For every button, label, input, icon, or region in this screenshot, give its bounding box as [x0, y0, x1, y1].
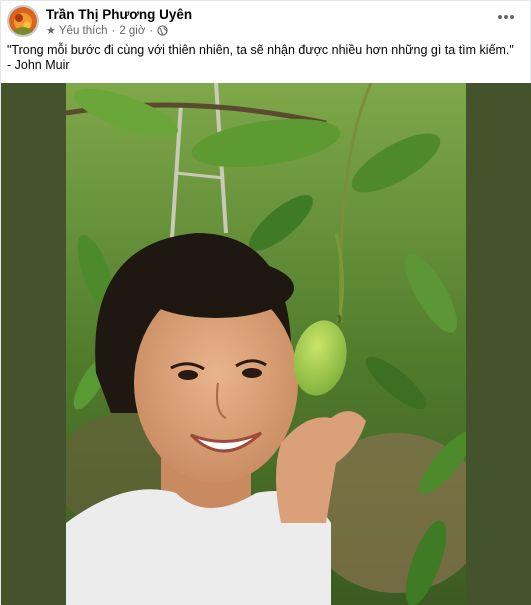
- post-time[interactable]: 2 giờ: [119, 25, 145, 37]
- caption-attribution: - John Muir: [7, 58, 70, 72]
- post-header: Trần Thị Phương Uyên ★ Yêu thích · 2 giờ…: [5, 4, 522, 40]
- badge-label: Yêu thích: [58, 24, 108, 37]
- caption-quote: "Trong mỗi bước đi cùng với thiên nhiên,…: [7, 43, 514, 57]
- post-caption: "Trong mỗi bước đi cùng với thiên nhiên,…: [7, 43, 527, 73]
- meta-separator: ·: [149, 24, 154, 37]
- globe-icon[interactable]: [157, 25, 168, 36]
- post-media[interactable]: [1, 83, 531, 605]
- post-card: Trần Thị Phương Uyên ★ Yêu thích · 2 giờ…: [0, 0, 531, 605]
- post-meta: ★ Yêu thích · 2 giờ ·: [46, 24, 168, 37]
- more-options-icon[interactable]: [494, 8, 518, 26]
- post-photo[interactable]: [66, 83, 466, 605]
- author-avatar[interactable]: [7, 5, 39, 37]
- author-name[interactable]: Trần Thị Phương Uyên: [46, 7, 192, 22]
- meta-separator: ·: [111, 24, 116, 37]
- star-icon: ★: [46, 25, 56, 37]
